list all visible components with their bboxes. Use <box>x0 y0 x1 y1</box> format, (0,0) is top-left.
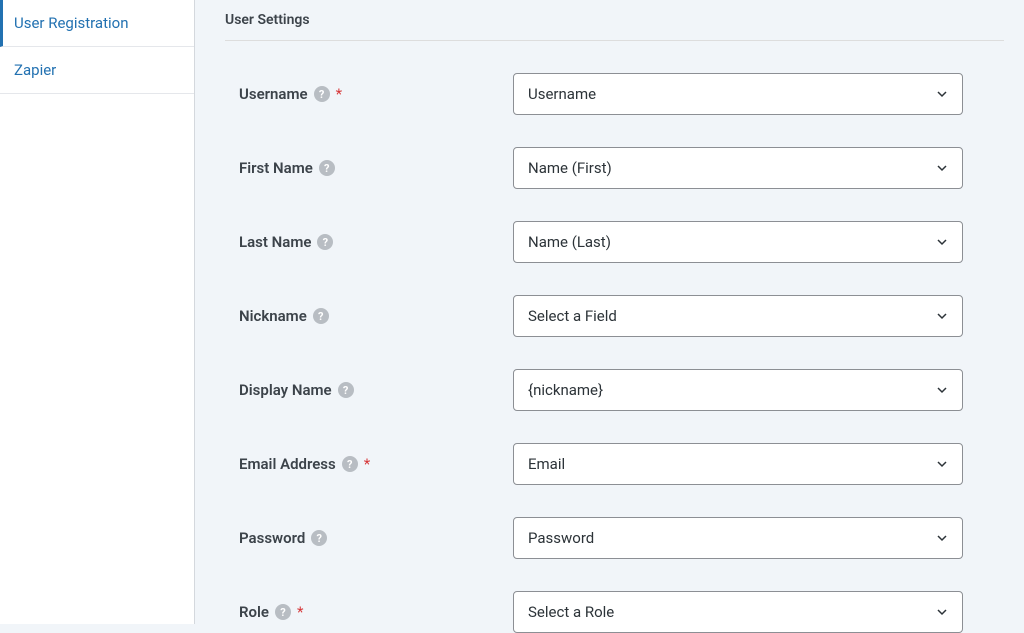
sidebar-item-zapier[interactable]: Zapier <box>0 47 194 94</box>
select-value: Name (Last) <box>528 233 611 251</box>
label-text: Display Name <box>239 381 332 399</box>
chevron-down-icon <box>936 384 948 396</box>
email-select[interactable]: Email <box>513 443 963 485</box>
field-label: Role ? * <box>239 603 513 621</box>
field-row-nickname: Nickname ? Select a Field <box>225 295 1024 337</box>
field-row-password: Password ? Password <box>225 517 1024 559</box>
chevron-down-icon <box>936 236 948 248</box>
sidebar-item-label: User Registration <box>14 14 129 32</box>
select-value: {nickname} <box>528 381 603 399</box>
username-select[interactable]: Username <box>513 73 963 115</box>
label-text: Role <box>239 603 269 621</box>
select-value: Username <box>528 85 596 103</box>
help-icon[interactable]: ? <box>311 530 327 546</box>
field-label: Last Name ? <box>239 233 513 251</box>
label-text: Password <box>239 529 305 547</box>
field-row-username: Username ? * Username <box>225 73 1024 115</box>
label-text: First Name <box>239 159 313 177</box>
first-name-select[interactable]: Name (First) <box>513 147 963 189</box>
display-name-select[interactable]: {nickname} <box>513 369 963 411</box>
password-select[interactable]: Password <box>513 517 963 559</box>
field-label: First Name ? <box>239 159 513 177</box>
field-label: Password ? <box>239 529 513 547</box>
field-row-first-name: First Name ? Name (First) <box>225 147 1024 189</box>
sidebar-item-label: Zapier <box>14 61 56 79</box>
field-label: Display Name ? <box>239 381 513 399</box>
field-row-last-name: Last Name ? Name (Last) <box>225 221 1024 263</box>
select-value: Select a Field <box>528 307 617 325</box>
nickname-select[interactable]: Select a Field <box>513 295 963 337</box>
select-value: Name (First) <box>528 159 612 177</box>
sidebar: User Registration Zapier <box>0 0 195 624</box>
field-label: Email Address ? * <box>239 455 513 473</box>
chevron-down-icon <box>936 310 948 322</box>
section-title: User Settings <box>225 0 1004 41</box>
required-mark: * <box>364 455 370 473</box>
sidebar-item-user-registration[interactable]: User Registration <box>0 0 194 47</box>
required-mark: * <box>297 603 303 621</box>
select-value: Password <box>528 529 594 547</box>
help-icon[interactable]: ? <box>313 308 329 324</box>
label-text: Nickname <box>239 307 307 325</box>
help-icon[interactable]: ? <box>314 86 330 102</box>
role-select[interactable]: Select a Role <box>513 591 963 633</box>
help-icon[interactable]: ? <box>275 604 291 620</box>
last-name-select[interactable]: Name (Last) <box>513 221 963 263</box>
help-icon[interactable]: ? <box>338 382 354 398</box>
field-row-email: Email Address ? * Email <box>225 443 1024 485</box>
required-mark: * <box>336 85 342 103</box>
chevron-down-icon <box>936 532 948 544</box>
help-icon[interactable]: ? <box>319 160 335 176</box>
chevron-down-icon <box>936 606 948 618</box>
label-text: Email Address <box>239 455 336 473</box>
help-icon[interactable]: ? <box>317 234 333 250</box>
chevron-down-icon <box>936 458 948 470</box>
chevron-down-icon <box>936 162 948 174</box>
label-text: Username <box>239 85 308 103</box>
field-row-role: Role ? * Select a Role <box>225 591 1024 633</box>
chevron-down-icon <box>936 88 948 100</box>
select-value: Select a Role <box>528 603 614 621</box>
field-label: Username ? * <box>239 85 513 103</box>
select-value: Email <box>528 455 565 473</box>
field-label: Nickname ? <box>239 307 513 325</box>
main-content: User Settings Username ? * Username Firs… <box>195 0 1024 624</box>
help-icon[interactable]: ? <box>342 456 358 472</box>
label-text: Last Name <box>239 233 311 251</box>
field-row-display-name: Display Name ? {nickname} <box>225 369 1024 411</box>
